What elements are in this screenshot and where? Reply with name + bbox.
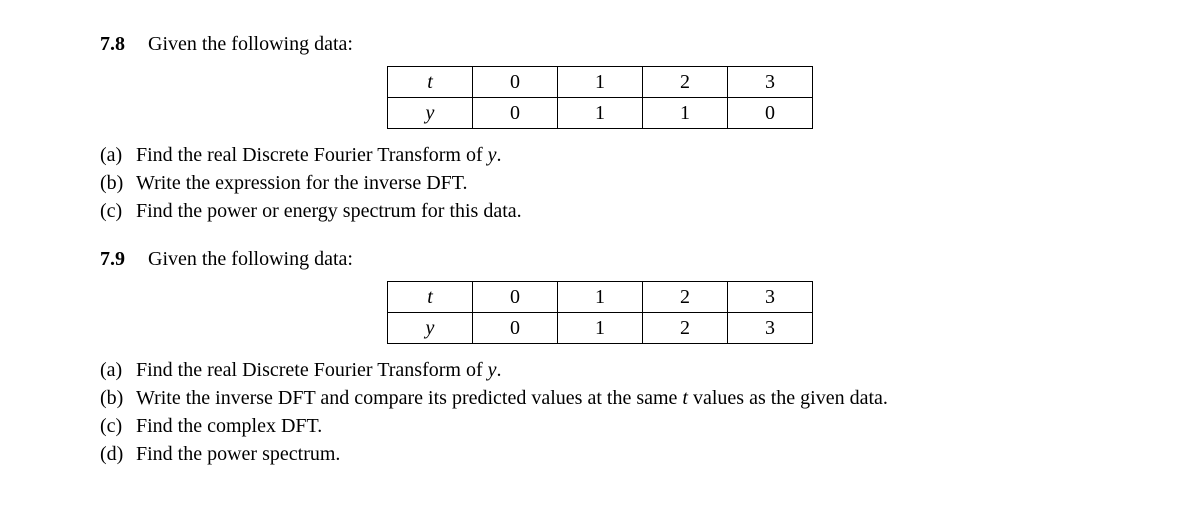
table-cell: 1 bbox=[558, 282, 643, 313]
part-var: y bbox=[488, 359, 497, 381]
part-label: (c) bbox=[100, 412, 136, 440]
row-header: t bbox=[388, 67, 473, 98]
part-item: (c) Find the power or energy spectrum fo… bbox=[100, 197, 1100, 225]
table-cell: 0 bbox=[728, 98, 813, 129]
table-cell: 2 bbox=[643, 67, 728, 98]
part-item: (b) Write the inverse DFT and compare it… bbox=[100, 384, 1100, 412]
table-cell: 2 bbox=[643, 313, 728, 344]
part-text: Find the real Discrete Fourier Transform… bbox=[136, 356, 1100, 384]
part-label: (d) bbox=[100, 440, 136, 468]
row-header: t bbox=[388, 282, 473, 313]
part-label: (c) bbox=[100, 197, 136, 225]
parts-list: (a) Find the real Discrete Fourier Trans… bbox=[100, 141, 1100, 225]
part-text: Find the real Discrete Fourier Transform… bbox=[136, 141, 1100, 169]
table-cell: 3 bbox=[728, 282, 813, 313]
part-item: (a) Find the real Discrete Fourier Trans… bbox=[100, 356, 1100, 384]
problem-block: 7.9 Given the following data: t 0 1 2 3 … bbox=[100, 245, 1100, 468]
data-table: t 0 1 2 3 y 0 1 2 3 bbox=[387, 281, 813, 344]
table-row: y 0 1 2 3 bbox=[388, 313, 813, 344]
part-label: (a) bbox=[100, 356, 136, 384]
table-cell: 0 bbox=[473, 282, 558, 313]
problem-header: 7.9 Given the following data: bbox=[100, 245, 1100, 273]
table-cell: 1 bbox=[558, 67, 643, 98]
table-row: y 0 1 1 0 bbox=[388, 98, 813, 129]
row-header: y bbox=[388, 313, 473, 344]
part-item: (b) Write the expression for the inverse… bbox=[100, 169, 1100, 197]
part-text: Write the expression for the inverse DFT… bbox=[136, 169, 1100, 197]
part-item: (c) Find the complex DFT. bbox=[100, 412, 1100, 440]
table-cell: 1 bbox=[558, 313, 643, 344]
part-text: Find the complex DFT. bbox=[136, 412, 1100, 440]
part-text-pre: Write the expression for the inverse DFT… bbox=[136, 172, 468, 194]
part-text: Find the power spectrum. bbox=[136, 440, 1100, 468]
problem-title: Given the following data: bbox=[148, 30, 353, 58]
part-text-pre: Write the inverse DFT and compare its pr… bbox=[136, 387, 682, 409]
table-row: t 0 1 2 3 bbox=[388, 67, 813, 98]
table-cell: 2 bbox=[643, 282, 728, 313]
problem-header: 7.8 Given the following data: bbox=[100, 30, 1100, 58]
part-item: (a) Find the real Discrete Fourier Trans… bbox=[100, 141, 1100, 169]
part-var: y bbox=[488, 144, 497, 166]
part-text-pre: Find the power spectrum. bbox=[136, 443, 340, 465]
part-text: Write the inverse DFT and compare its pr… bbox=[136, 384, 1100, 412]
part-text-post: . bbox=[497, 359, 502, 381]
part-text-pre: Find the real Discrete Fourier Transform… bbox=[136, 359, 488, 381]
table-cell: 3 bbox=[728, 313, 813, 344]
table-cell: 1 bbox=[558, 98, 643, 129]
part-text-post: . bbox=[497, 144, 502, 166]
part-text-post: values as the given data. bbox=[688, 387, 888, 409]
table-cell: 0 bbox=[473, 98, 558, 129]
row-header: y bbox=[388, 98, 473, 129]
table-row: t 0 1 2 3 bbox=[388, 282, 813, 313]
table-cell: 0 bbox=[473, 67, 558, 98]
part-item: (d) Find the power spectrum. bbox=[100, 440, 1100, 468]
table-cell: 3 bbox=[728, 67, 813, 98]
part-label: (b) bbox=[100, 169, 136, 197]
part-text: Find the power or energy spectrum for th… bbox=[136, 197, 1100, 225]
part-label: (b) bbox=[100, 384, 136, 412]
table-cell: 1 bbox=[643, 98, 728, 129]
problem-number: 7.8 bbox=[100, 30, 148, 58]
part-text-pre: Find the real Discrete Fourier Transform… bbox=[136, 144, 488, 166]
data-table: t 0 1 2 3 y 0 1 1 0 bbox=[387, 66, 813, 129]
part-label: (a) bbox=[100, 141, 136, 169]
problem-number: 7.9 bbox=[100, 245, 148, 273]
parts-list: (a) Find the real Discrete Fourier Trans… bbox=[100, 356, 1100, 468]
part-text-pre: Find the complex DFT. bbox=[136, 415, 322, 437]
problem-block: 7.8 Given the following data: t 0 1 2 3 … bbox=[100, 30, 1100, 225]
table-cell: 0 bbox=[473, 313, 558, 344]
part-text-pre: Find the power or energy spectrum for th… bbox=[136, 200, 522, 222]
problem-title: Given the following data: bbox=[148, 245, 353, 273]
